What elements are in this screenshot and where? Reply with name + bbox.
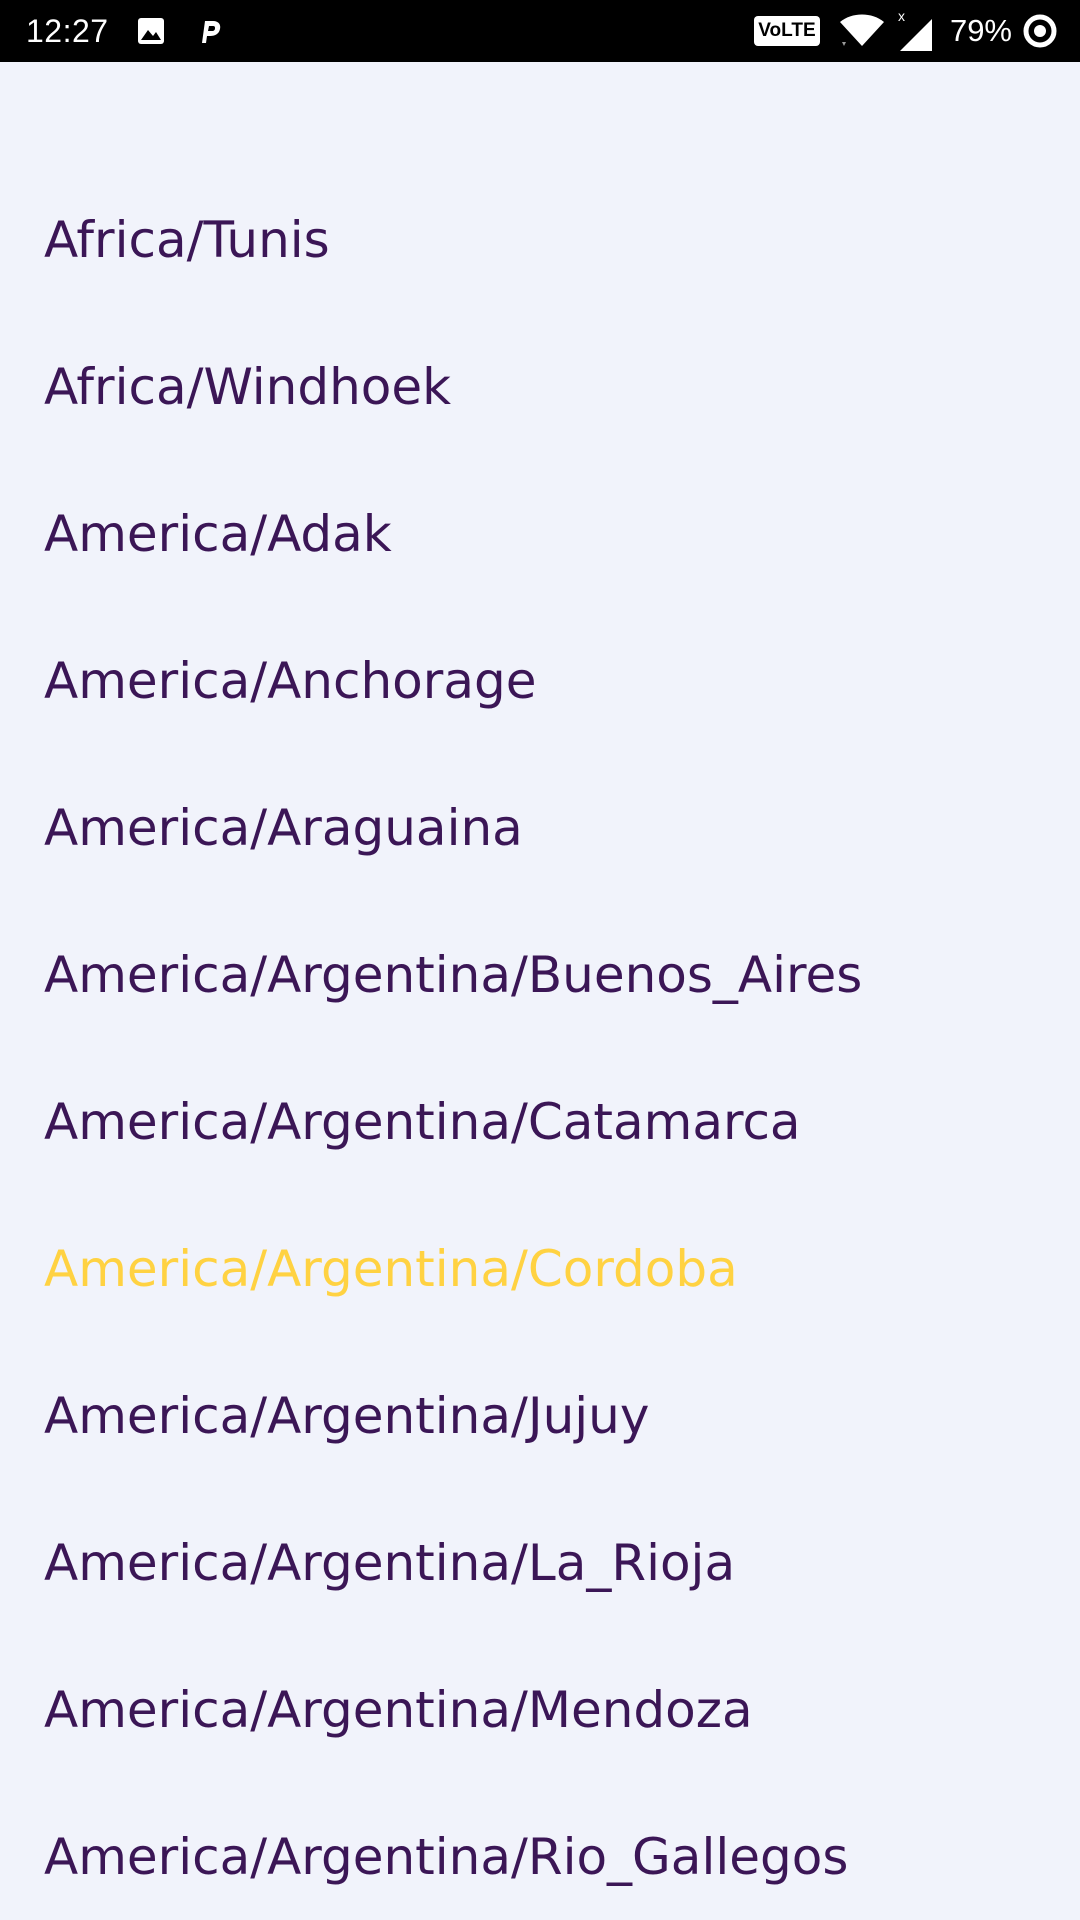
timezone-item[interactable]: Africa/Windhoek (44, 337, 451, 437)
status-right: VoLTE x 79% (753, 0, 1058, 62)
timezone-item[interactable]: America/Argentina/Catamarca (44, 1072, 801, 1172)
timezone-item-selected[interactable]: America/Argentina/Cordoba (44, 1219, 738, 1319)
timezone-list[interactable]: Africa/Tunis Africa/Windhoek America/Adak A… (0, 62, 1080, 1920)
signal-icon: x (898, 9, 932, 51)
status-bar: 12:27 VoLTE x 79% (0, 0, 1080, 62)
status-left: 12:27 (26, 0, 225, 62)
timezone-item[interactable]: America/Argentina/La_Rioja (44, 1513, 735, 1613)
timezone-item[interactable]: Africa/Tunis (44, 190, 330, 290)
timezone-item[interactable]: America/Argentina/Jujuy (44, 1366, 649, 1466)
timezone-item[interactable]: America/Argentina/Rio_Gallegos (44, 1807, 848, 1907)
battery-ring-icon (1023, 14, 1057, 48)
p-app-icon (201, 21, 220, 43)
timezone-item[interactable]: America/Adak (44, 484, 392, 584)
timezone-item[interactable]: America/Argentina/Buenos_Aires (44, 925, 862, 1025)
volte-badge: VoLTE (753, 16, 820, 46)
timezone-item[interactable]: America/Argentina/Mendoza (44, 1660, 753, 1760)
svg-text:x: x (898, 9, 905, 24)
wifi-icon (839, 14, 884, 46)
image-icon (137, 18, 164, 44)
status-time: 12:27 (26, 12, 109, 49)
timezone-item[interactable]: America/Anchorage (44, 631, 536, 731)
battery-level: 79% (949, 13, 1012, 48)
timezone-item[interactable]: America/Araguaina (44, 778, 523, 878)
